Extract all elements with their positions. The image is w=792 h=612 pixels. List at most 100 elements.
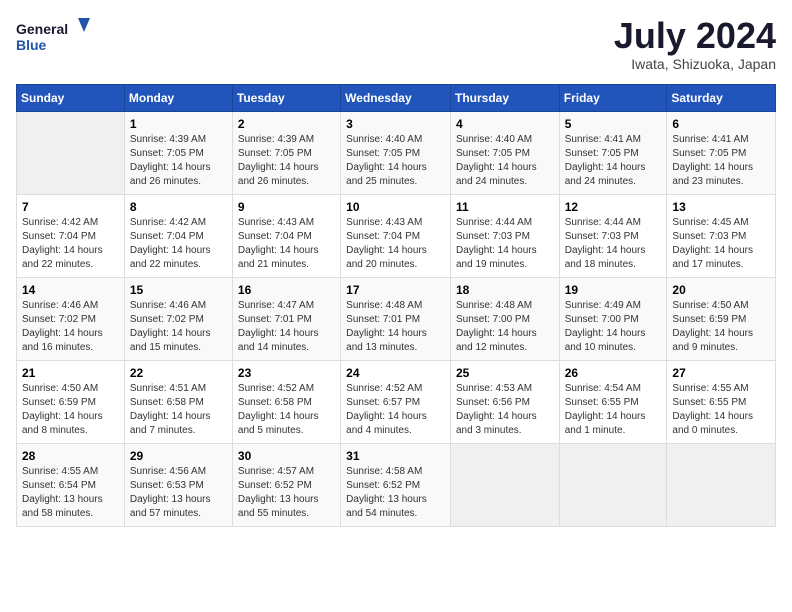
day-info: Sunrise: 4:52 AM Sunset: 6:57 PM Dayligh… bbox=[346, 382, 445, 438]
calendar-cell: 21 Sunrise: 4:50 AM Sunset: 6:59 PM Dayl… bbox=[17, 360, 125, 443]
day-info: Sunrise: 4:46 AM Sunset: 7:02 PM Dayligh… bbox=[130, 299, 227, 355]
sunset-text: Sunset: 7:04 PM bbox=[238, 231, 312, 242]
calendar-cell: 1 Sunrise: 4:39 AM Sunset: 7:05 PM Dayli… bbox=[124, 111, 232, 194]
sunrise-text: Sunrise: 4:51 AM bbox=[130, 383, 206, 394]
header-day-thursday: Thursday bbox=[450, 84, 559, 111]
header-day-monday: Monday bbox=[124, 84, 232, 111]
calendar-cell: 19 Sunrise: 4:49 AM Sunset: 7:00 PM Dayl… bbox=[559, 277, 667, 360]
day-info: Sunrise: 4:46 AM Sunset: 7:02 PM Dayligh… bbox=[22, 299, 119, 355]
sunrise-text: Sunrise: 4:47 AM bbox=[238, 300, 314, 311]
daylight-text: Daylight: 14 hours and 19 minutes. bbox=[456, 245, 537, 270]
sunrise-text: Sunrise: 4:42 AM bbox=[22, 217, 98, 228]
daylight-text: Daylight: 13 hours and 55 minutes. bbox=[238, 494, 319, 519]
day-info: Sunrise: 4:54 AM Sunset: 6:55 PM Dayligh… bbox=[565, 382, 662, 438]
sunrise-text: Sunrise: 4:39 AM bbox=[130, 134, 206, 145]
day-info: Sunrise: 4:41 AM Sunset: 7:05 PM Dayligh… bbox=[565, 133, 662, 189]
day-info: Sunrise: 4:55 AM Sunset: 6:55 PM Dayligh… bbox=[672, 382, 770, 438]
day-number: 23 bbox=[238, 366, 335, 380]
day-number: 5 bbox=[565, 117, 662, 131]
day-number: 12 bbox=[565, 200, 662, 214]
header-row: SundayMondayTuesdayWednesdayThursdayFrid… bbox=[17, 84, 776, 111]
calendar-cell: 28 Sunrise: 4:55 AM Sunset: 6:54 PM Dayl… bbox=[17, 443, 125, 526]
day-info: Sunrise: 4:41 AM Sunset: 7:05 PM Dayligh… bbox=[672, 133, 770, 189]
day-info: Sunrise: 4:44 AM Sunset: 7:03 PM Dayligh… bbox=[565, 216, 662, 272]
daylight-text: Daylight: 14 hours and 18 minutes. bbox=[565, 245, 646, 270]
sunrise-text: Sunrise: 4:48 AM bbox=[456, 300, 532, 311]
week-row-1: 1 Sunrise: 4:39 AM Sunset: 7:05 PM Dayli… bbox=[17, 111, 776, 194]
day-number: 3 bbox=[346, 117, 445, 131]
day-number: 21 bbox=[22, 366, 119, 380]
sunset-text: Sunset: 7:04 PM bbox=[130, 231, 204, 242]
sunrise-text: Sunrise: 4:54 AM bbox=[565, 383, 641, 394]
daylight-text: Daylight: 13 hours and 57 minutes. bbox=[130, 494, 211, 519]
sunset-text: Sunset: 6:55 PM bbox=[672, 397, 746, 408]
sunrise-text: Sunrise: 4:43 AM bbox=[346, 217, 422, 228]
calendar-cell: 20 Sunrise: 4:50 AM Sunset: 6:59 PM Dayl… bbox=[667, 277, 776, 360]
calendar-cell: 30 Sunrise: 4:57 AM Sunset: 6:52 PM Dayl… bbox=[232, 443, 340, 526]
day-number: 26 bbox=[565, 366, 662, 380]
sunset-text: Sunset: 7:00 PM bbox=[565, 314, 639, 325]
calendar-cell: 10 Sunrise: 4:43 AM Sunset: 7:04 PM Dayl… bbox=[341, 194, 451, 277]
sunset-text: Sunset: 7:01 PM bbox=[238, 314, 312, 325]
daylight-text: Daylight: 14 hours and 25 minutes. bbox=[346, 162, 427, 187]
day-number: 9 bbox=[238, 200, 335, 214]
day-number: 22 bbox=[130, 366, 227, 380]
sunset-text: Sunset: 7:02 PM bbox=[130, 314, 204, 325]
day-number: 14 bbox=[22, 283, 119, 297]
calendar-cell: 3 Sunrise: 4:40 AM Sunset: 7:05 PM Dayli… bbox=[341, 111, 451, 194]
day-info: Sunrise: 4:40 AM Sunset: 7:05 PM Dayligh… bbox=[346, 133, 445, 189]
sunset-text: Sunset: 7:03 PM bbox=[565, 231, 639, 242]
sunrise-text: Sunrise: 4:43 AM bbox=[238, 217, 314, 228]
sunrise-text: Sunrise: 4:40 AM bbox=[456, 134, 532, 145]
daylight-text: Daylight: 14 hours and 22 minutes. bbox=[22, 245, 103, 270]
calendar-cell: 9 Sunrise: 4:43 AM Sunset: 7:04 PM Dayli… bbox=[232, 194, 340, 277]
calendar-cell: 26 Sunrise: 4:54 AM Sunset: 6:55 PM Dayl… bbox=[559, 360, 667, 443]
sunset-text: Sunset: 6:58 PM bbox=[130, 397, 204, 408]
calendar-cell: 6 Sunrise: 4:41 AM Sunset: 7:05 PM Dayli… bbox=[667, 111, 776, 194]
daylight-text: Daylight: 13 hours and 54 minutes. bbox=[346, 494, 427, 519]
header-day-saturday: Saturday bbox=[667, 84, 776, 111]
daylight-text: Daylight: 14 hours and 22 minutes. bbox=[130, 245, 211, 270]
svg-text:General: General bbox=[16, 21, 68, 37]
location: Iwata, Shizuoka, Japan bbox=[614, 56, 776, 72]
sunset-text: Sunset: 6:56 PM bbox=[456, 397, 530, 408]
header-day-friday: Friday bbox=[559, 84, 667, 111]
day-number: 8 bbox=[130, 200, 227, 214]
sunset-text: Sunset: 7:05 PM bbox=[238, 148, 312, 159]
day-info: Sunrise: 4:53 AM Sunset: 6:56 PM Dayligh… bbox=[456, 382, 554, 438]
header-day-wednesday: Wednesday bbox=[341, 84, 451, 111]
day-info: Sunrise: 4:45 AM Sunset: 7:03 PM Dayligh… bbox=[672, 216, 770, 272]
day-number: 4 bbox=[456, 117, 554, 131]
sunrise-text: Sunrise: 4:50 AM bbox=[22, 383, 98, 394]
day-info: Sunrise: 4:48 AM Sunset: 7:00 PM Dayligh… bbox=[456, 299, 554, 355]
daylight-text: Daylight: 14 hours and 14 minutes. bbox=[238, 328, 319, 353]
week-row-3: 14 Sunrise: 4:46 AM Sunset: 7:02 PM Dayl… bbox=[17, 277, 776, 360]
header-day-tuesday: Tuesday bbox=[232, 84, 340, 111]
daylight-text: Daylight: 14 hours and 9 minutes. bbox=[672, 328, 753, 353]
sunrise-text: Sunrise: 4:57 AM bbox=[238, 466, 314, 477]
day-number: 2 bbox=[238, 117, 335, 131]
calendar-cell: 17 Sunrise: 4:48 AM Sunset: 7:01 PM Dayl… bbox=[341, 277, 451, 360]
sunset-text: Sunset: 7:05 PM bbox=[565, 148, 639, 159]
day-number: 11 bbox=[456, 200, 554, 214]
sunrise-text: Sunrise: 4:41 AM bbox=[672, 134, 748, 145]
sunset-text: Sunset: 7:05 PM bbox=[130, 148, 204, 159]
sunset-text: Sunset: 7:02 PM bbox=[22, 314, 96, 325]
sunset-text: Sunset: 6:59 PM bbox=[672, 314, 746, 325]
day-number: 27 bbox=[672, 366, 770, 380]
sunset-text: Sunset: 7:01 PM bbox=[346, 314, 420, 325]
day-info: Sunrise: 4:43 AM Sunset: 7:04 PM Dayligh… bbox=[238, 216, 335, 272]
daylight-text: Daylight: 14 hours and 20 minutes. bbox=[346, 245, 427, 270]
sunrise-text: Sunrise: 4:55 AM bbox=[672, 383, 748, 394]
page-header: General Blue July 2024 Iwata, Shizuoka, … bbox=[16, 16, 776, 72]
daylight-text: Daylight: 14 hours and 24 minutes. bbox=[456, 162, 537, 187]
calendar-cell: 18 Sunrise: 4:48 AM Sunset: 7:00 PM Dayl… bbox=[450, 277, 559, 360]
day-number: 18 bbox=[456, 283, 554, 297]
sunset-text: Sunset: 7:05 PM bbox=[456, 148, 530, 159]
day-number: 13 bbox=[672, 200, 770, 214]
daylight-text: Daylight: 14 hours and 0 minutes. bbox=[672, 411, 753, 436]
day-info: Sunrise: 4:48 AM Sunset: 7:01 PM Dayligh… bbox=[346, 299, 445, 355]
day-number: 17 bbox=[346, 283, 445, 297]
sunset-text: Sunset: 6:54 PM bbox=[22, 480, 96, 491]
calendar-cell: 29 Sunrise: 4:56 AM Sunset: 6:53 PM Dayl… bbox=[124, 443, 232, 526]
